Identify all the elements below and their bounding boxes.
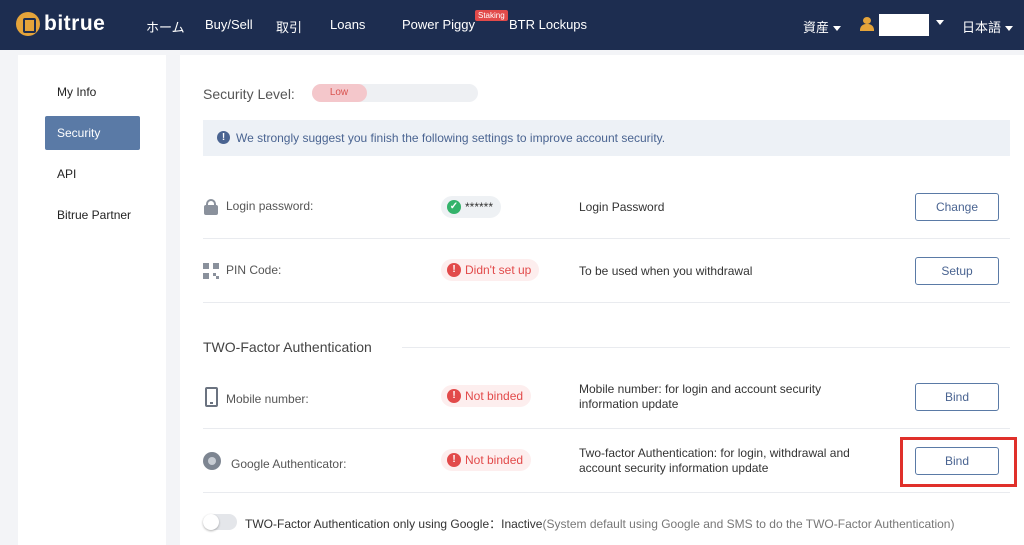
google-only-tfa-row: TWO-Factor Authentication only using Goo… — [203, 513, 1010, 533]
toggle-note: (System default using Google and SMS to … — [542, 517, 955, 531]
toggle-knob — [203, 514, 219, 530]
security-panel: Security Level: Low ! We strongly sugges… — [180, 55, 1024, 545]
alert-circle-icon: ! — [447, 453, 461, 467]
bind-mobile-button[interactable]: Bind — [915, 383, 999, 411]
status-text: Not binded — [465, 389, 524, 403]
login-password-label: Login password: — [226, 199, 314, 213]
status-badge: ✓ ****** — [441, 196, 502, 218]
setup-pin-button[interactable]: Setup — [915, 257, 999, 285]
notice-text: We strongly suggest you finish the follo… — [236, 131, 666, 145]
lock-icon — [203, 199, 219, 215]
user-icon[interactable] — [860, 17, 874, 31]
chevron-down-icon — [833, 26, 842, 32]
username-redacted[interactable] — [879, 14, 929, 36]
status-badge: ! Didn't set up — [441, 259, 540, 281]
google-authenticator-label: Google Authenticator: — [231, 457, 347, 471]
login-password-row: Login password: ✓ ****** Login Password … — [203, 175, 1010, 239]
nav-item-btr-lockups[interactable]: BTR Lockups — [509, 17, 587, 32]
top-navbar: bitrue ホーム Buy/Sell 取引 Loans Power Piggy… — [0, 0, 1024, 50]
language-label: 日本語 — [962, 20, 1002, 35]
sidebar: My Info Security API Bitrue Partner — [18, 55, 166, 545]
staking-badge: Staking — [475, 10, 508, 21]
security-level-value: Low — [329, 87, 349, 98]
phone-icon — [203, 387, 219, 407]
pin-code-desc: To be used when you withdrawal — [579, 264, 753, 278]
chevron-down-icon[interactable] — [936, 20, 944, 25]
change-password-button[interactable]: Change — [915, 193, 999, 221]
google-authenticator-row: Google Authenticator: ! Not binded Two-f… — [203, 429, 1010, 493]
qr-code-icon — [203, 263, 219, 279]
nav-item-power-piggy[interactable]: Power Piggy — [402, 17, 475, 32]
status-text: ****** — [465, 200, 494, 214]
google-authenticator-desc: Two-factor Authentication: for login, wi… — [579, 446, 850, 475]
check-circle-icon: ✓ — [447, 200, 461, 214]
logo-text: bitrue — [44, 12, 106, 35]
assets-label: 資産 — [803, 20, 830, 35]
pin-code-label: PIN Code: — [226, 263, 282, 277]
security-notice: ! We strongly suggest you finish the fol… — [203, 120, 1010, 156]
sidebar-item-api[interactable]: API — [45, 157, 140, 191]
bitrue-logo-icon — [16, 12, 40, 36]
sidebar-item-security[interactable]: Security — [45, 116, 140, 150]
status-badge: ! Not binded — [441, 385, 532, 407]
mobile-number-label: Mobile number: — [226, 392, 309, 406]
security-level-bar: Low — [312, 84, 478, 102]
chevron-down-icon — [1005, 26, 1014, 32]
info-icon: ! — [217, 131, 230, 144]
sidebar-item-bitrue-partner[interactable]: Bitrue Partner — [45, 198, 140, 232]
sidebar-item-my-info[interactable]: My Info — [45, 75, 140, 109]
login-password-desc: Login Password — [579, 200, 665, 214]
logo[interactable]: bitrue — [16, 12, 105, 36]
language-menu[interactable]: 日本語 — [962, 17, 1014, 36]
alert-circle-icon: ! — [447, 389, 461, 403]
google-only-tfa-toggle[interactable] — [203, 514, 237, 530]
section-divider — [402, 347, 1010, 348]
alert-circle-icon: ! — [447, 263, 461, 277]
google-only-tfa-text: TWO-Factor Authentication only using Goo… — [245, 515, 954, 532]
nav-item-home[interactable]: ホーム — [146, 17, 185, 36]
mobile-number-desc: Mobile number: for login and account sec… — [579, 382, 822, 411]
nav-item-trade[interactable]: 取引 — [276, 17, 302, 36]
highlight-box — [900, 437, 1017, 487]
nav-item-buy-sell[interactable]: Buy/Sell — [205, 17, 253, 32]
toggle-label: TWO-Factor Authentication only using Goo… — [245, 517, 543, 531]
assets-menu[interactable]: 資産 — [803, 17, 842, 36]
security-level-label: Security Level: — [203, 86, 295, 102]
status-badge: ! Not binded — [441, 449, 532, 471]
status-text: Didn't set up — [465, 263, 532, 277]
nav-item-loans[interactable]: Loans — [330, 17, 365, 32]
google-authenticator-icon — [203, 452, 221, 470]
pin-code-row: PIN Code: ! Didn't set up To be used whe… — [203, 239, 1010, 303]
tfa-section-title: TWO-Factor Authentication — [203, 339, 372, 355]
status-text: Not binded — [465, 453, 524, 467]
mobile-number-row: Mobile number: ! Not binded Mobile numbe… — [203, 365, 1010, 429]
